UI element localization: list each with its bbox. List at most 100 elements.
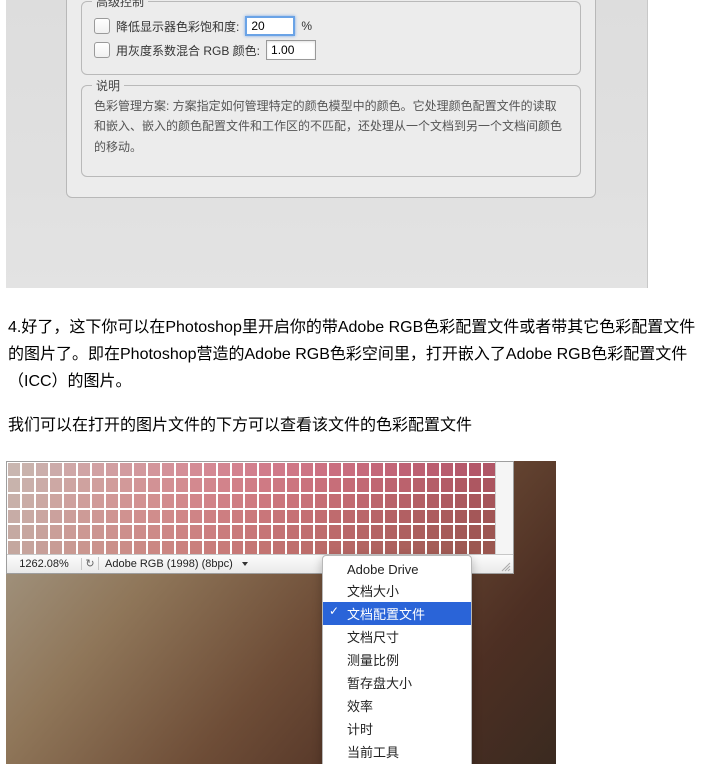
swatch-cell[interactable] bbox=[91, 524, 105, 540]
desaturate-input[interactable] bbox=[245, 16, 295, 36]
swatch-cell[interactable] bbox=[482, 493, 496, 509]
swatch-cell[interactable] bbox=[231, 509, 245, 525]
swatch-cell[interactable] bbox=[217, 509, 231, 525]
swatch-cell[interactable] bbox=[370, 462, 384, 478]
swatch-cell[interactable] bbox=[300, 493, 314, 509]
swatch-cell[interactable] bbox=[119, 509, 133, 525]
swatch-cell[interactable] bbox=[454, 524, 468, 540]
swatch-cell[interactable] bbox=[426, 462, 440, 478]
menu-item[interactable]: 测量比例 bbox=[323, 648, 471, 671]
swatch-cell[interactable] bbox=[217, 524, 231, 540]
swatch-cell[interactable] bbox=[328, 509, 342, 525]
swatch-cell[interactable] bbox=[231, 477, 245, 493]
swatch-cell[interactable] bbox=[328, 524, 342, 540]
swatch-cell[interactable] bbox=[384, 524, 398, 540]
swatch-cell[interactable] bbox=[133, 493, 147, 509]
swatch-cell[interactable] bbox=[49, 524, 63, 540]
swatch-cell[interactable] bbox=[272, 462, 286, 478]
swatch-cell[interactable] bbox=[286, 524, 300, 540]
swatch-cell[interactable] bbox=[91, 509, 105, 525]
menu-item[interactable]: 暂存盘大小 bbox=[323, 671, 471, 694]
swatch-cell[interactable] bbox=[454, 509, 468, 525]
swatch-cell[interactable] bbox=[175, 462, 189, 478]
swatch-cell[interactable] bbox=[63, 477, 77, 493]
swatch-cell[interactable] bbox=[91, 462, 105, 478]
swatch-cell[interactable] bbox=[468, 493, 482, 509]
swatch-cell[interactable] bbox=[147, 493, 161, 509]
swatch-cell[interactable] bbox=[21, 477, 35, 493]
swatch-cell[interactable] bbox=[7, 493, 21, 509]
swatch-cell[interactable] bbox=[398, 493, 412, 509]
menu-item[interactable]: 当前工具 bbox=[323, 740, 471, 763]
swatch-cell[interactable] bbox=[342, 493, 356, 509]
swatch-cell[interactable] bbox=[370, 477, 384, 493]
menu-item[interactable]: 效率 bbox=[323, 694, 471, 717]
swatch-cell[interactable] bbox=[7, 509, 21, 525]
swatch-cell[interactable] bbox=[482, 509, 496, 525]
swatch-cell[interactable] bbox=[21, 509, 35, 525]
swatch-cell[interactable] bbox=[258, 524, 272, 540]
swatch-cell[interactable] bbox=[398, 524, 412, 540]
swatch-cell[interactable] bbox=[440, 462, 454, 478]
swatch-cell[interactable] bbox=[77, 524, 91, 540]
menu-item[interactable]: Adobe Drive bbox=[323, 560, 471, 579]
swatch-cell[interactable] bbox=[286, 462, 300, 478]
swatch-cell[interactable] bbox=[35, 509, 49, 525]
swatch-cell[interactable] bbox=[426, 493, 440, 509]
refresh-icon[interactable]: ↻ bbox=[82, 557, 99, 570]
menu-item[interactable]: 文档大小 bbox=[323, 579, 471, 602]
swatch-cell[interactable] bbox=[77, 462, 91, 478]
swatch-cell[interactable] bbox=[426, 509, 440, 525]
blend-gamma-input[interactable] bbox=[266, 40, 316, 60]
swatch-cell[interactable] bbox=[21, 493, 35, 509]
swatch-cell[interactable] bbox=[454, 493, 468, 509]
swatch-cell[interactable] bbox=[482, 477, 496, 493]
swatch-cell[interactable] bbox=[482, 462, 496, 478]
swatch-cell[interactable] bbox=[147, 477, 161, 493]
swatch-cell[interactable] bbox=[342, 477, 356, 493]
swatch-cell[interactable] bbox=[175, 509, 189, 525]
swatch-cell[interactable] bbox=[217, 493, 231, 509]
swatch-cell[interactable] bbox=[468, 509, 482, 525]
swatch-cell[interactable] bbox=[342, 462, 356, 478]
swatch-cell[interactable] bbox=[105, 477, 119, 493]
swatch-cell[interactable] bbox=[244, 509, 258, 525]
swatch-cell[interactable] bbox=[203, 493, 217, 509]
swatch-cell[interactable] bbox=[189, 493, 203, 509]
swatch-cell[interactable] bbox=[356, 493, 370, 509]
swatch-cell[interactable] bbox=[175, 524, 189, 540]
swatch-cell[interactable] bbox=[133, 477, 147, 493]
swatch-cell[interactable] bbox=[161, 524, 175, 540]
swatch-cell[interactable] bbox=[440, 524, 454, 540]
swatch-cell[interactable] bbox=[384, 462, 398, 478]
swatch-cell[interactable] bbox=[398, 477, 412, 493]
swatch-cell[interactable] bbox=[49, 493, 63, 509]
status-menu-trigger[interactable] bbox=[239, 560, 251, 568]
swatch-cell[interactable] bbox=[119, 462, 133, 478]
swatch-cell[interactable] bbox=[258, 462, 272, 478]
swatch-cell[interactable] bbox=[49, 462, 63, 478]
menu-item[interactable]: 计时 bbox=[323, 717, 471, 740]
swatch-cell[interactable] bbox=[412, 493, 426, 509]
swatch-cell[interactable] bbox=[370, 524, 384, 540]
swatch-cell[interactable] bbox=[21, 462, 35, 478]
swatch-cell[interactable] bbox=[119, 493, 133, 509]
swatch-cell[interactable] bbox=[244, 462, 258, 478]
swatch-cell[interactable] bbox=[119, 524, 133, 540]
swatch-cell[interactable] bbox=[370, 493, 384, 509]
swatch-cell[interactable] bbox=[49, 509, 63, 525]
swatch-cell[interactable] bbox=[342, 509, 356, 525]
swatch-cell[interactable] bbox=[468, 462, 482, 478]
swatch-cell[interactable] bbox=[300, 524, 314, 540]
swatch-cell[interactable] bbox=[119, 477, 133, 493]
swatch-cell[interactable] bbox=[384, 477, 398, 493]
swatch-cell[interactable] bbox=[217, 462, 231, 478]
swatch-cell[interactable] bbox=[189, 509, 203, 525]
swatch-cell[interactable] bbox=[314, 477, 328, 493]
menu-item[interactable]: 文档尺寸 bbox=[323, 625, 471, 648]
swatch-cell[interactable] bbox=[7, 477, 21, 493]
swatch-cell[interactable] bbox=[161, 462, 175, 478]
desaturate-checkbox[interactable] bbox=[94, 18, 110, 34]
swatch-cell[interactable] bbox=[63, 493, 77, 509]
swatch-cell[interactable] bbox=[203, 462, 217, 478]
